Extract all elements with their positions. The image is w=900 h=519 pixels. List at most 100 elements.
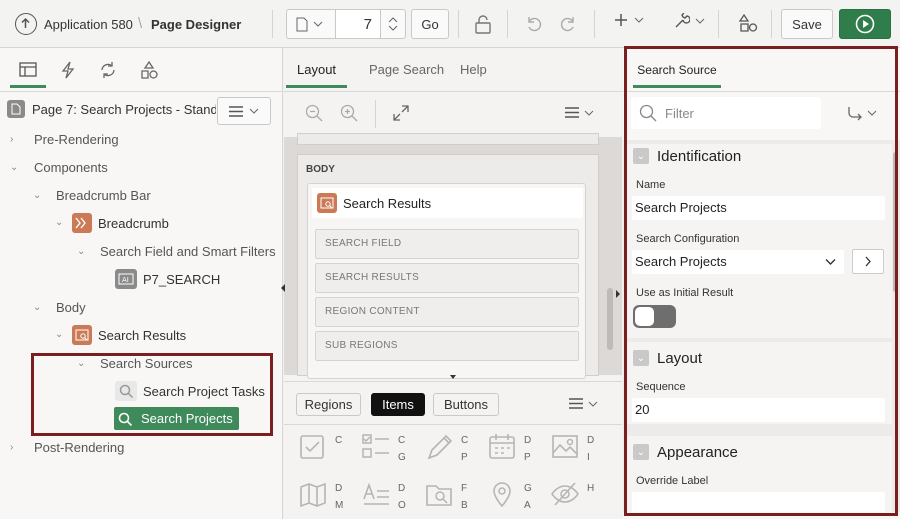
chevron-down-icon[interactable]: ⌄ bbox=[55, 218, 65, 228]
page-selector-button[interactable] bbox=[286, 9, 336, 39]
tree-node-breadcrumb[interactable]: Breadcrumb bbox=[72, 213, 169, 233]
save-button[interactable]: Save bbox=[781, 9, 833, 39]
page-icon bbox=[296, 17, 308, 31]
tree-node-breadcrumb-bar[interactable]: Breadcrumb Bar bbox=[56, 188, 151, 203]
chevron-down-icon[interactable] bbox=[388, 25, 398, 31]
page-designer-title: Page Designer bbox=[151, 17, 242, 32]
region-title: Search Results bbox=[343, 195, 432, 211]
processing-icon[interactable] bbox=[98, 61, 118, 79]
gallery-tab-buttons[interactable]: Buttons bbox=[433, 393, 499, 416]
breadcrumb-region-icon bbox=[72, 213, 92, 233]
page-number-value: 7 bbox=[363, 15, 372, 33]
gallery-tab-items[interactable]: Items bbox=[371, 393, 425, 416]
gallery-divider bbox=[284, 381, 622, 382]
chevron-down-icon[interactable]: ⌄ bbox=[33, 191, 43, 201]
chevron-down-icon[interactable]: ⌄ bbox=[33, 303, 43, 313]
create-menu-button[interactable] bbox=[614, 13, 644, 27]
date-picker-icon[interactable] bbox=[487, 431, 517, 461]
tree-label: Breadcrumb Bar bbox=[56, 188, 151, 203]
tree-node-components[interactable]: Components bbox=[34, 160, 108, 175]
run-button[interactable] bbox=[839, 9, 891, 39]
tree-node-search-results[interactable]: Search Results bbox=[72, 325, 186, 345]
chevron-down-icon[interactable]: ⌄ bbox=[55, 330, 65, 340]
tree-node-post-rendering[interactable]: Post-Rendering bbox=[34, 440, 124, 455]
file-browse-icon[interactable] bbox=[424, 479, 454, 509]
display-image-icon[interactable] bbox=[550, 431, 580, 461]
divider bbox=[507, 10, 508, 38]
hidden-icon[interactable] bbox=[550, 479, 580, 509]
text-item-icon: AI bbox=[115, 269, 137, 289]
chevron-down-icon bbox=[588, 401, 598, 407]
tree-node-body[interactable]: Body bbox=[56, 300, 86, 315]
tab-label: Layout bbox=[297, 62, 337, 77]
gallery-tab-label: Items bbox=[382, 397, 414, 412]
display-only-icon[interactable] bbox=[361, 479, 391, 509]
region-header: Search Results bbox=[312, 188, 583, 218]
tab-layout[interactable]: Layout bbox=[286, 62, 348, 88]
expand-icon[interactable] bbox=[393, 105, 409, 121]
redo-icon[interactable] bbox=[558, 14, 578, 34]
zoom-in-icon[interactable] bbox=[340, 104, 358, 122]
geocoded-address-icon[interactable] bbox=[487, 479, 517, 509]
lock-icon[interactable] bbox=[474, 14, 492, 34]
svg-text:AI: AI bbox=[122, 276, 129, 284]
chevron-right-icon[interactable]: › bbox=[10, 443, 20, 453]
gallery-label-line2: M bbox=[335, 500, 344, 511]
tree-node-pre-rendering[interactable]: Pre-Rendering bbox=[34, 132, 119, 147]
chevron-down-icon[interactable]: ⌄ bbox=[77, 247, 87, 257]
tree-node-p7-search[interactable]: AI P7_SEARCH bbox=[115, 269, 220, 289]
display-map-icon[interactable] bbox=[298, 479, 328, 509]
slot-search-results[interactable]: SEARCH RESULTS bbox=[315, 263, 579, 293]
slot-search-field[interactable]: SEARCH FIELD bbox=[315, 229, 579, 259]
divider bbox=[718, 10, 719, 38]
dynamic-actions-icon[interactable] bbox=[60, 61, 76, 79]
divider bbox=[375, 100, 376, 128]
collapse-left-icon[interactable] bbox=[280, 283, 286, 293]
page-stepper[interactable] bbox=[380, 9, 406, 39]
search-region-icon bbox=[317, 193, 337, 213]
page-number-input[interactable]: 7 bbox=[335, 9, 381, 39]
color-picker-icon[interactable] bbox=[424, 431, 454, 461]
page-title-row[interactable]: Page 7: Search Projects - Standard bbox=[7, 100, 216, 118]
slot-sub-regions[interactable]: SUB REGIONS bbox=[315, 331, 579, 361]
slot-region-content[interactable]: REGION CONTENT bbox=[315, 297, 579, 327]
zoom-out-icon[interactable] bbox=[305, 104, 323, 122]
chevron-up-icon[interactable] bbox=[388, 17, 398, 23]
gallery-item-label: DI bbox=[587, 434, 594, 464]
chevron-right-icon[interactable]: › bbox=[10, 135, 20, 145]
shared-components-tab-icon[interactable] bbox=[139, 60, 159, 80]
layout-panel: Layout Page Search Help BODY Search Resu… bbox=[281, 48, 622, 519]
splitter-handle[interactable] bbox=[448, 374, 458, 380]
checkbox-icon[interactable] bbox=[298, 431, 328, 461]
gallery-item-label: C bbox=[335, 434, 342, 451]
undo-icon[interactable] bbox=[524, 14, 544, 34]
utilities-menu-button[interactable] bbox=[674, 13, 705, 29]
highlight-box bbox=[31, 353, 273, 436]
layout-menu-button[interactable] bbox=[565, 107, 594, 118]
app-icon[interactable] bbox=[15, 13, 37, 35]
app-name-link[interactable]: Application 580 bbox=[44, 17, 133, 32]
gallery-item-label: DP bbox=[524, 434, 531, 464]
page-icon bbox=[7, 100, 25, 118]
tree-menu-button[interactable] bbox=[217, 97, 271, 125]
tree-label: Pre-Rendering bbox=[34, 132, 119, 147]
collapse-right-icon[interactable] bbox=[615, 289, 621, 299]
checkbox-group-icon[interactable] bbox=[361, 431, 391, 461]
rendering-tab[interactable] bbox=[10, 56, 46, 88]
gallery-label-line1: D bbox=[587, 435, 595, 446]
gallery-tab-regions[interactable]: Regions bbox=[296, 393, 361, 416]
tab-help[interactable]: Help bbox=[460, 62, 487, 77]
tab-page-search[interactable]: Page Search bbox=[369, 62, 444, 77]
gallery-label-line1: C bbox=[335, 435, 343, 446]
hamburger-icon bbox=[565, 107, 579, 118]
chevron-down-icon[interactable]: ⌄ bbox=[10, 163, 20, 173]
scrollbar[interactable] bbox=[607, 288, 613, 350]
shared-components-icon[interactable] bbox=[738, 13, 758, 33]
gallery-label-line2: B bbox=[461, 500, 468, 511]
go-button[interactable]: Go bbox=[411, 9, 449, 39]
gallery-label-line1: C bbox=[398, 435, 406, 446]
tree-node-search-field[interactable]: Search Field and Smart Filters bbox=[100, 244, 276, 259]
gallery-menu-button[interactable] bbox=[569, 398, 598, 409]
go-label: Go bbox=[421, 16, 439, 32]
tree-label: Post-Rendering bbox=[34, 440, 125, 455]
